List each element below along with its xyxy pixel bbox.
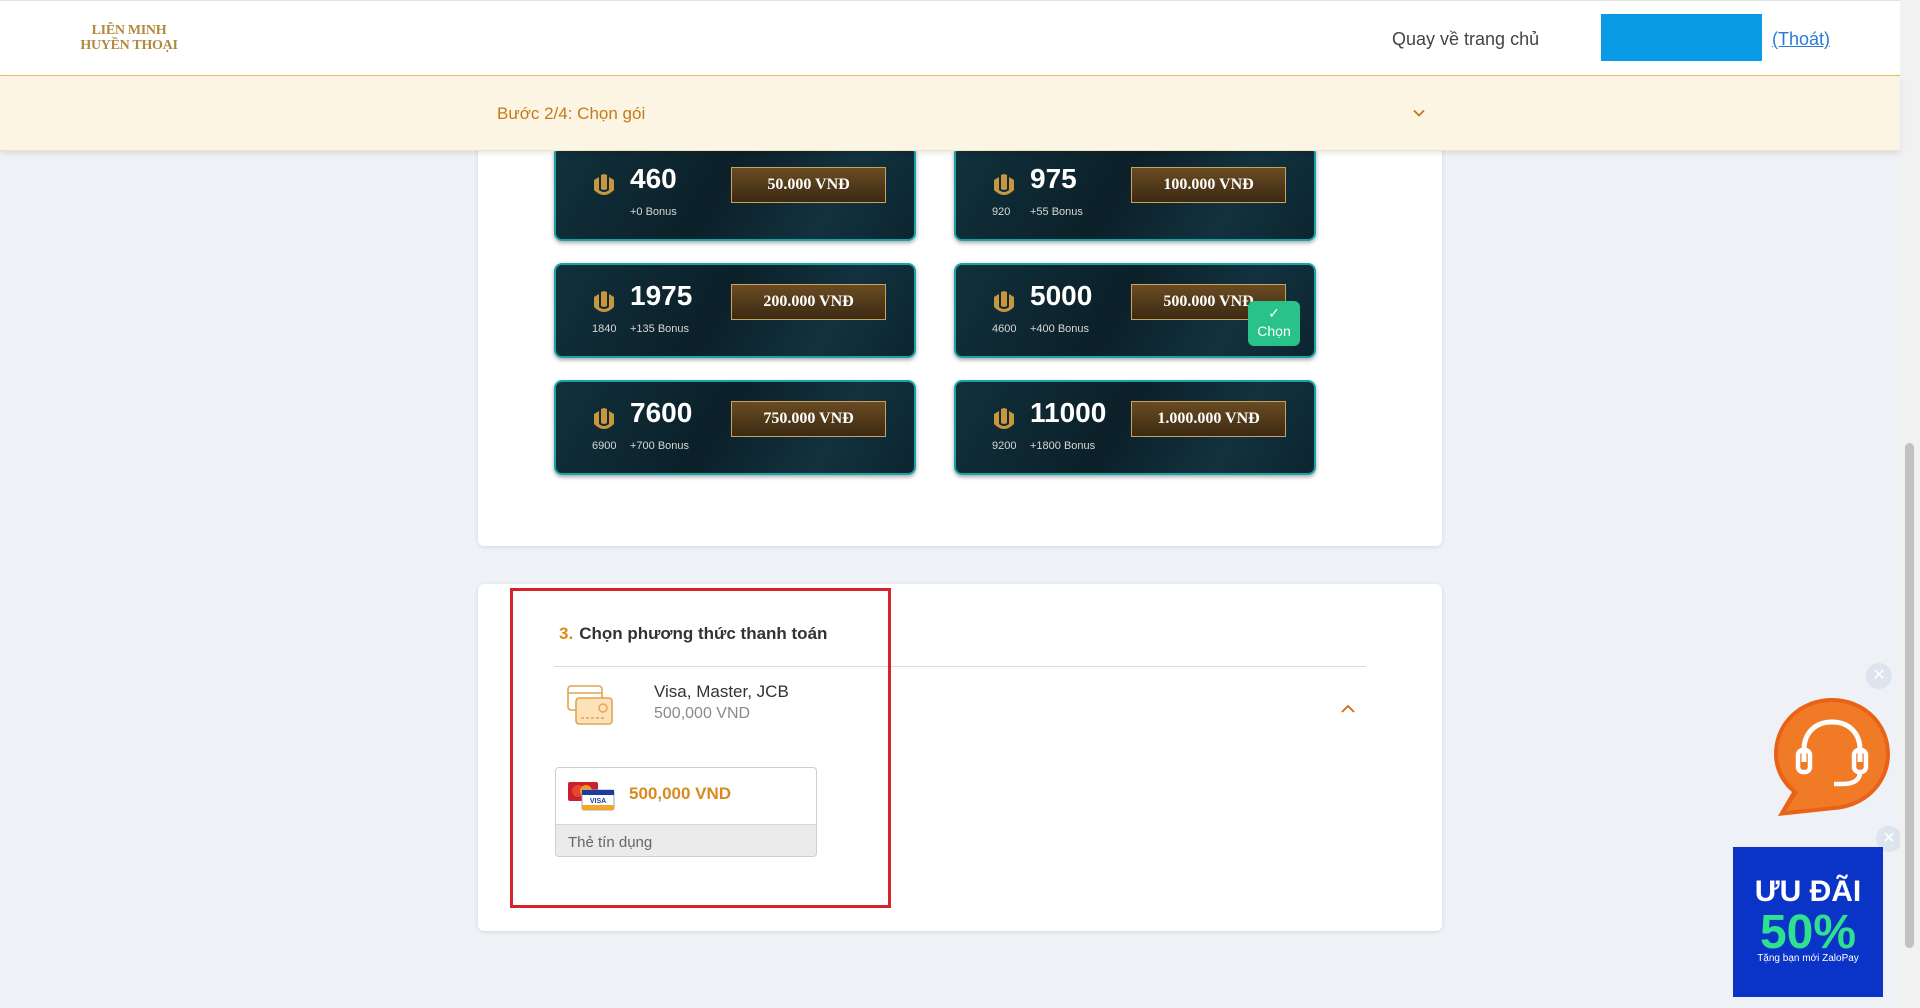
- rp-bonus: +135 Bonus: [630, 323, 690, 335]
- package-tile-460[interactable]: 460 +0 Bonus 50.000 VNĐ: [554, 146, 916, 241]
- step-label: Bước 2/4: Chọn gói: [497, 104, 646, 123]
- package-tile-1975[interactable]: 1975 1840 +135 Bonus 200.000 VNĐ: [554, 263, 916, 358]
- package-tile-975[interactable]: 975 920 +55 Bonus 100.000 VNĐ: [954, 146, 1316, 241]
- selected-label: Chọn: [1257, 323, 1291, 339]
- price-button[interactable]: 200.000 VNĐ: [731, 284, 886, 320]
- step-number: 3.: [559, 624, 574, 643]
- user-account-box[interactable]: [1601, 14, 1762, 61]
- method-amount: 500,000 VND: [654, 705, 751, 722]
- rp-base: 6900: [592, 440, 617, 452]
- riot-points-icon: [594, 291, 614, 312]
- chevron-up-icon[interactable]: [1340, 701, 1356, 717]
- riot-points-icon: [594, 174, 614, 195]
- price-button[interactable]: 1.000.000 VNĐ: [1131, 401, 1286, 437]
- rp-bonus: +1800 Bonus: [1030, 440, 1096, 452]
- promo-line-2: 50%: [1759, 906, 1857, 959]
- close-support-icon[interactable]: ✕: [1866, 663, 1892, 689]
- home-link[interactable]: Quay về trang chủ: [1392, 29, 1539, 50]
- rp-bonus: +700 Bonus: [630, 440, 690, 452]
- rp-amount: 5000: [1030, 280, 1093, 311]
- option-footer: Thẻ tín dụng: [556, 824, 816, 856]
- rp-amount: 460: [630, 163, 677, 194]
- visa-mastercard-icon: VISA: [568, 782, 615, 811]
- rp-base: 920: [992, 206, 1011, 218]
- top-header: LIÊN MINH HUYỀN THOẠI Quay về trang chủ …: [0, 0, 1900, 75]
- option-label: Thẻ tín dụng: [568, 834, 653, 851]
- payment-method-card: 3. Chọn phương thức thanh toán Visa, Mast…: [478, 584, 1442, 931]
- price-button[interactable]: 750.000 VNĐ: [731, 401, 886, 437]
- rp-amount: 1975: [630, 280, 693, 311]
- selected-badge: ✓ Chọn: [1248, 301, 1300, 346]
- price-button[interactable]: 100.000 VNĐ: [1131, 167, 1286, 203]
- rp-base: 4600: [992, 323, 1017, 335]
- vertical-scrollbar[interactable]: [1900, 0, 1920, 1008]
- logo-line-1: LIÊN MINH: [91, 23, 167, 38]
- rp-base: 1840: [592, 323, 617, 335]
- credit-card-option[interactable]: VISA 500,000 VND Thẻ tín dụng: [555, 767, 817, 857]
- riot-points-icon: [994, 291, 1014, 312]
- svg-text:VISA: VISA: [590, 798, 606, 805]
- package-card: 460 +0 Bonus 50.000 VNĐ 975 920 +55 Bonu…: [478, 100, 1442, 546]
- method-name[interactable]: Visa, Master, JCB: [654, 682, 789, 702]
- check-icon: ✓: [1268, 305, 1280, 321]
- game-logo[interactable]: LIÊN MINH HUYỀN THOẠI: [78, 23, 180, 53]
- price-button[interactable]: 50.000 VNĐ: [731, 167, 886, 203]
- support-headset-icon[interactable]: [1768, 692, 1896, 818]
- rp-bonus: +400 Bonus: [1030, 323, 1090, 335]
- riot-points-icon: [994, 408, 1014, 429]
- package-tile-5000[interactable]: 5000 4600 +400 Bonus 500.000 VNĐ ✓ Chọn: [954, 263, 1316, 358]
- promo-banner[interactable]: ƯU ĐÃI 50% Tặng bạn mới ZaloPay: [1733, 847, 1883, 997]
- rp-amount: 11000: [1030, 397, 1107, 428]
- rp-bonus: +55 Bonus: [1030, 206, 1083, 218]
- chevron-down-icon[interactable]: [1412, 106, 1426, 120]
- rp-amount: 975: [1030, 163, 1077, 194]
- logo-line-2: HUYỀN THOẠI: [80, 38, 178, 53]
- payment-section-title: 3. Chọn phương thức thanh toán: [559, 624, 827, 644]
- riot-points-icon: [594, 408, 614, 429]
- rp-bonus: +0 Bonus: [630, 206, 677, 218]
- payment-title-text: Chọn phương thức thanh toán: [579, 624, 828, 643]
- divider: [554, 666, 1366, 667]
- logout-link[interactable]: (Thoát): [1772, 29, 1830, 50]
- scrollbar-thumb[interactable]: [1905, 443, 1914, 948]
- package-tile-11000[interactable]: 11000 9200 +1800 Bonus 1.000.000 VNĐ: [954, 380, 1316, 475]
- credit-card-icon: [567, 685, 613, 725]
- promo-line-3: Tặng bạn mới ZaloPay: [1757, 953, 1859, 964]
- step-indicator-bar[interactable]: Bước 2/4: Chọn gói: [0, 75, 1900, 151]
- rp-amount: 7600: [630, 397, 693, 428]
- riot-points-icon: [994, 174, 1014, 195]
- option-amount: 500,000 VND: [629, 784, 732, 803]
- rp-base: 9200: [992, 440, 1017, 452]
- package-tile-7600[interactable]: 7600 6900 +700 Bonus 750.000 VNĐ: [554, 380, 916, 475]
- promo-line-1: ƯU ĐÃI: [1754, 875, 1862, 908]
